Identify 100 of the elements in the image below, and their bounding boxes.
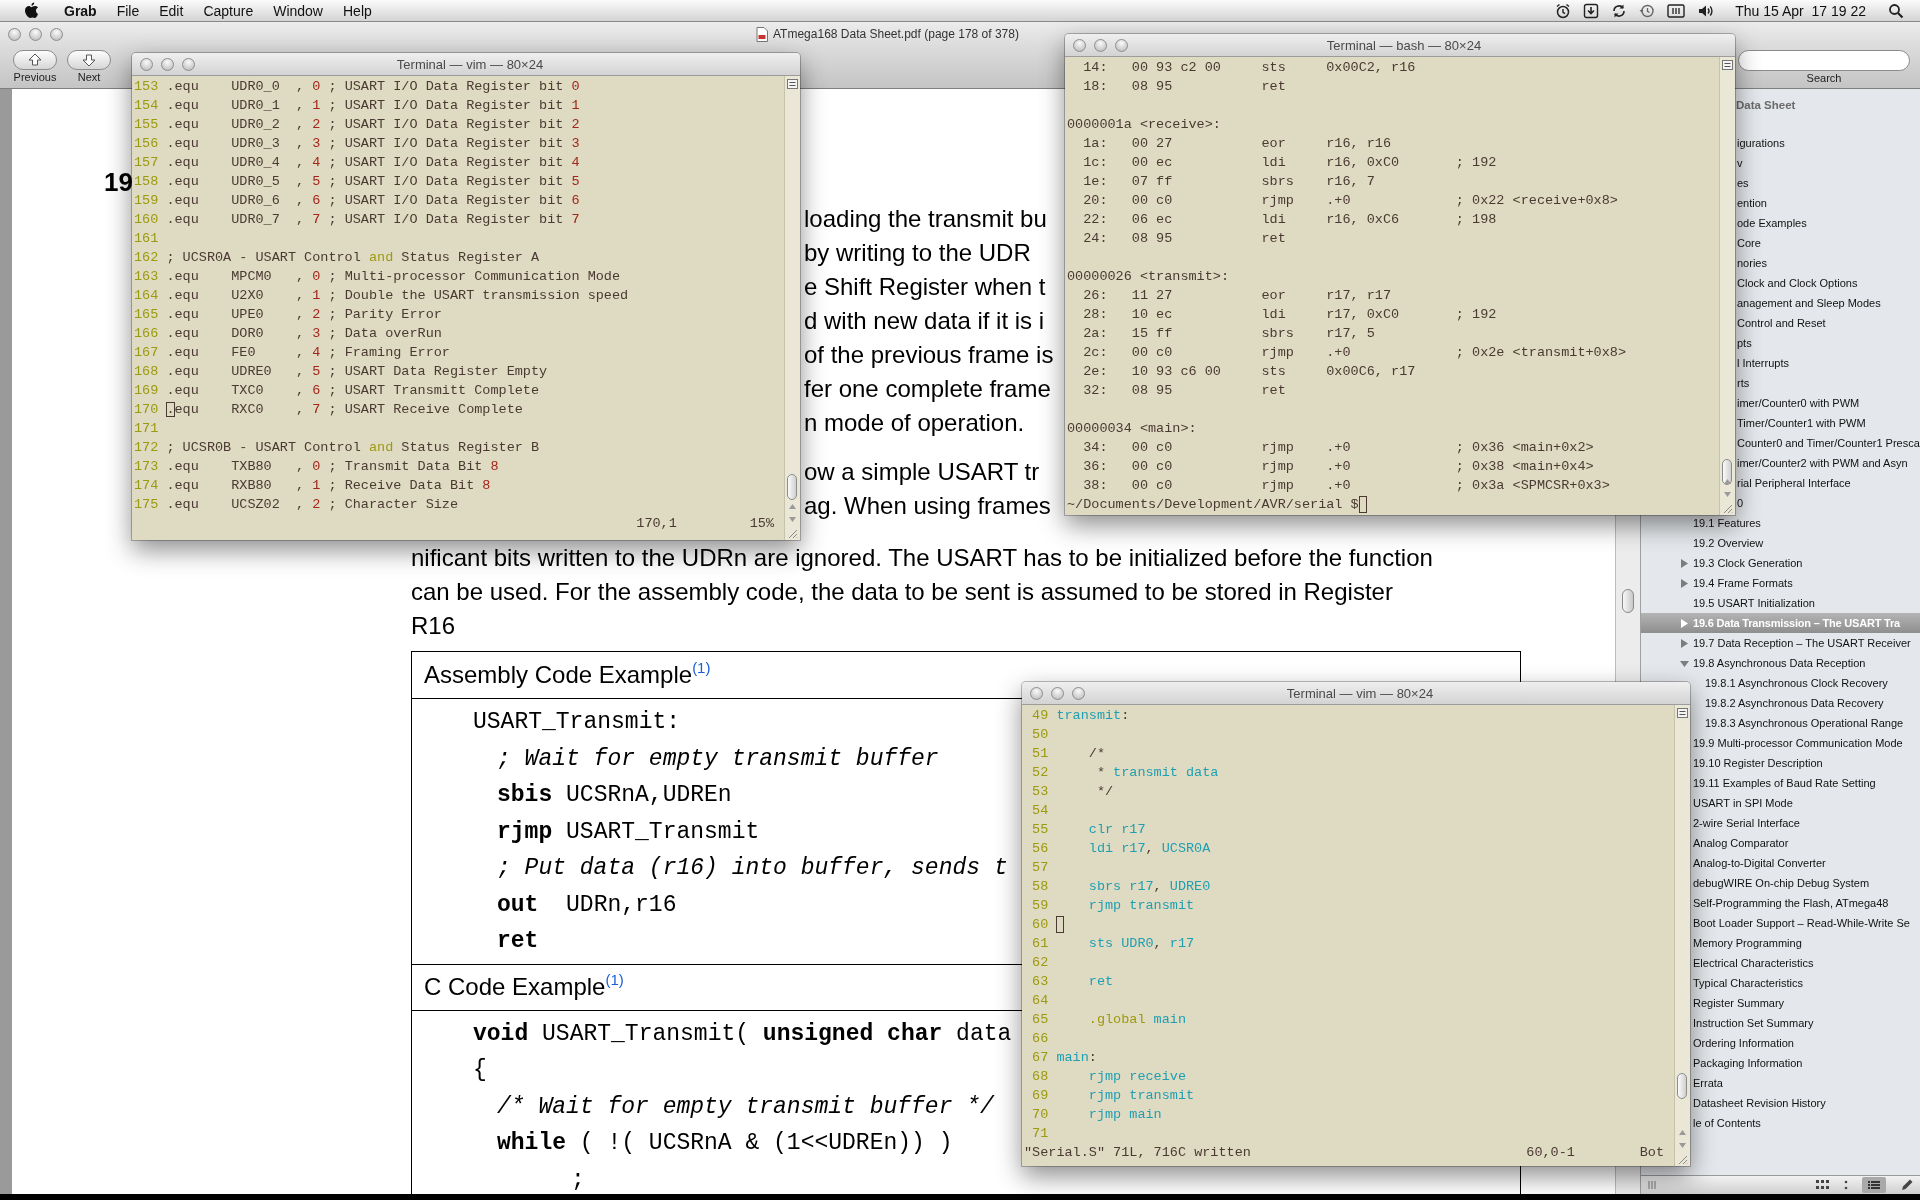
menu-item[interactable]: Window [263, 2, 333, 19]
caret-right-icon[interactable] [1680, 578, 1689, 588]
outline-item[interactable]: Timer/Counter1 with PWM [1737, 413, 1866, 433]
outline-item[interactable]: nories [1737, 253, 1767, 273]
outline-item[interactable]: Counter0 and Timer/Counter1 Presca [1737, 433, 1920, 453]
outline-item[interactable]: debugWIRE On-chip Debug System [1693, 873, 1870, 893]
close-button[interactable] [8, 27, 21, 41]
outline-item[interactable]: 19.10 Register Description [1693, 753, 1823, 773]
zoom-button[interactable] [1115, 38, 1128, 52]
menu-item[interactable]: Capture [193, 2, 264, 19]
outline-item[interactable]: 19.11 Examples of Baud Rate Setting [1693, 773, 1876, 793]
split-icon[interactable] [1677, 708, 1688, 718]
scrollbar-thumb[interactable] [1677, 1073, 1687, 1099]
scrollbar-thumb[interactable] [787, 474, 797, 500]
minimize-button[interactable] [1051, 686, 1064, 700]
resize-grip-icon[interactable] [1721, 502, 1733, 514]
outline-item[interactable]: l Interrupts [1737, 353, 1789, 373]
outline-item[interactable]: Packaging Information [1693, 1053, 1803, 1073]
outline-item[interactable]: 19.8.2 Asynchronous Data Recovery [1705, 693, 1884, 713]
outline-item[interactable]: Instruction Set Summary [1693, 1013, 1814, 1033]
resize-grip-icon[interactable] [1676, 1153, 1688, 1165]
outline-item[interactable]: 19.7 Data Reception – The USART Receiver [1680, 633, 1911, 653]
outline-item[interactable]: Core [1737, 233, 1761, 253]
outline-item[interactable]: Register Summary [1693, 993, 1785, 1013]
outline-item[interactable]: v [1737, 153, 1743, 173]
outline-item[interactable]: Datasheet Revision History [1693, 1093, 1826, 1113]
next-button[interactable] [67, 50, 111, 70]
resize-handle-icon[interactable] [1647, 1180, 1657, 1190]
minimize-button[interactable] [161, 57, 174, 71]
history-icon[interactable] [1639, 2, 1656, 19]
outline-item[interactable]: USART in SPI Mode [1693, 793, 1793, 813]
pencil-icon[interactable] [1900, 1178, 1914, 1192]
grid-view-icon[interactable] [1816, 1180, 1830, 1190]
outline-item[interactable]: imer/Counter0 with PWM [1737, 393, 1860, 413]
download-icon[interactable] [1583, 2, 1600, 19]
outline-item[interactable]: Errata [1693, 1073, 1723, 1093]
outline-item[interactable]: Electrical Characteristics [1693, 953, 1814, 973]
menu-item[interactable]: Help [333, 2, 382, 19]
split-icon[interactable] [1722, 60, 1733, 70]
outline-item[interactable]: 19.8 Asynchronous Data Reception [1680, 653, 1866, 673]
list-view-icon[interactable] [1862, 1177, 1886, 1193]
minimize-button[interactable] [1094, 38, 1107, 52]
zoom-button[interactable] [50, 27, 63, 41]
close-button[interactable] [140, 57, 153, 71]
outline-item[interactable]: 2-wire Serial Interface [1693, 813, 1800, 833]
outline-item[interactable]: 19.1 Features [1693, 513, 1761, 533]
alarm-clock-icon[interactable] [1555, 2, 1572, 19]
outline-item[interactable]: 19.9 Multi-processor Communication Mode [1693, 733, 1903, 753]
outline-item[interactable]: Typical Characteristics [1693, 973, 1804, 993]
minimize-button[interactable] [29, 27, 42, 41]
outline-item[interactable]: 19.4 Frame Formats [1680, 573, 1793, 593]
scroll-arrows-icon[interactable] [1723, 477, 1732, 499]
outline-item[interactable]: 19.8.3 Asynchronous Operational Range [1705, 713, 1904, 733]
close-button[interactable] [1030, 686, 1043, 700]
outline-item[interactable]: es [1737, 173, 1749, 193]
app-menu[interactable]: Grab [54, 2, 107, 19]
caret-right-icon[interactable] [1680, 638, 1689, 648]
split-icon[interactable] [787, 79, 798, 89]
outline-item[interactable]: Clock and Clock Options [1737, 273, 1858, 293]
outline-item[interactable]: 0 [1737, 493, 1744, 513]
outline-item[interactable]: imer/Counter2 with PWM and Asyn [1737, 453, 1908, 473]
search-field[interactable] [1738, 50, 1910, 71]
outline-item[interactable]: rts [1737, 373, 1750, 393]
outline-item[interactable]: anagement and Sleep Modes [1737, 293, 1881, 313]
previous-button[interactable] [13, 50, 57, 70]
zoom-button[interactable] [182, 57, 195, 71]
close-button[interactable] [1073, 38, 1086, 52]
outline-item[interactable]: 19.3 Clock Generation [1680, 553, 1803, 573]
scrollbar-thumb[interactable] [1722, 459, 1732, 485]
outline-item[interactable]: Boot Loader Support – Read-While-Write Se [1693, 913, 1910, 933]
search-icon[interactable] [1888, 2, 1904, 19]
outline-item[interactable]: Analog-to-Digital Converter [1693, 853, 1826, 873]
outline-item[interactable]: igurations [1737, 133, 1785, 153]
apple-icon[interactable] [24, 2, 38, 19]
display-icon[interactable] [1667, 2, 1686, 19]
caret-right-icon[interactable] [1680, 618, 1689, 628]
outline-item[interactable]: Control and Reset [1737, 313, 1826, 333]
scroll-arrows-icon[interactable] [788, 502, 797, 524]
outline-item[interactable]: pts [1737, 333, 1752, 353]
outline-item[interactable]: Ordering Information [1693, 1033, 1794, 1053]
outline-item[interactable]: Memory Programming [1693, 933, 1802, 953]
zoom-button[interactable] [1072, 686, 1085, 700]
sync-icon[interactable] [1611, 2, 1628, 19]
resize-grip-icon[interactable] [786, 527, 798, 539]
outline-item[interactable]: 19.2 Overview [1693, 533, 1764, 553]
dots-icon[interactable] [1844, 1179, 1848, 1191]
menu-item[interactable]: Edit [149, 2, 194, 19]
outline-item[interactable]: 19.5 USART Initialization [1693, 593, 1815, 613]
caret-down-icon[interactable] [1680, 658, 1689, 668]
outline-item[interactable]: Self-Programming the Flash, ATmega48 [1693, 893, 1889, 913]
outline-item[interactable]: le of Contents [1693, 1113, 1761, 1133]
outline-item[interactable]: rial Peripheral Interface [1737, 473, 1851, 493]
menu-item[interactable]: File [106, 2, 150, 19]
scroll-arrows-icon[interactable] [1678, 1128, 1687, 1150]
outline-item[interactable]: ention [1737, 193, 1767, 213]
scrollbar-thumb[interactable] [1622, 589, 1634, 613]
outline-item[interactable]: 19.8.1 Asynchronous Clock Recovery [1705, 673, 1888, 693]
outline-item[interactable]: ode Examples [1737, 213, 1807, 233]
outline-item[interactable]: Analog Comparator [1693, 833, 1789, 853]
caret-right-icon[interactable] [1680, 558, 1689, 568]
